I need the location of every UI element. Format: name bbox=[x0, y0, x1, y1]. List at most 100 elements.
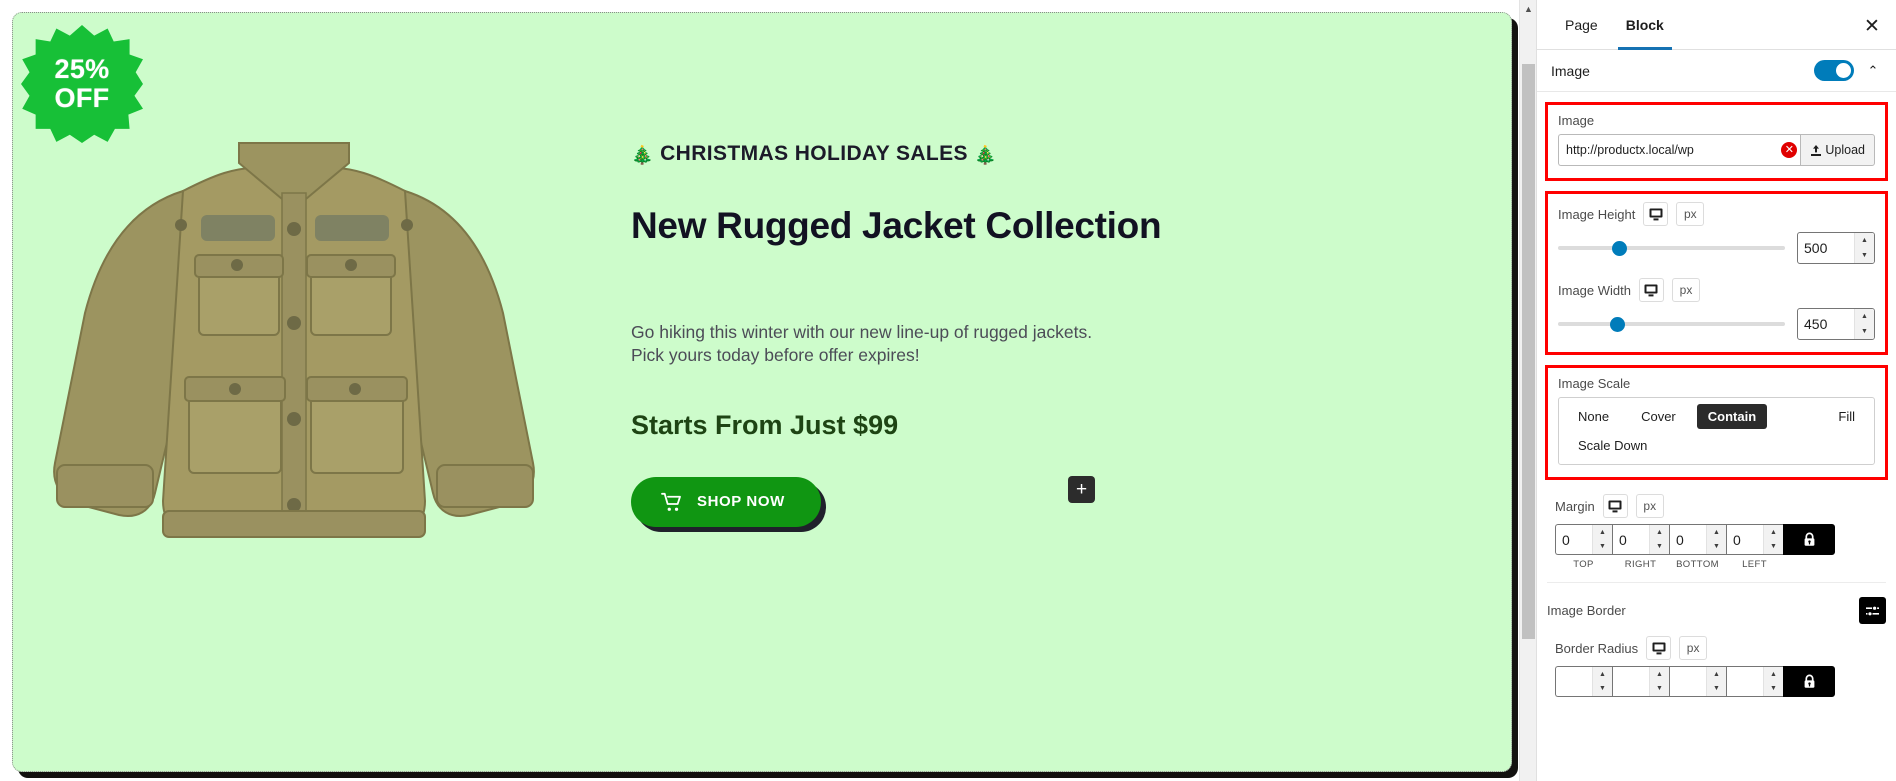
hero-banner: 25% OFF 🎄 CHRISTMAS HOLIDAY SALES 🎄 New … bbox=[13, 13, 1511, 771]
margin-label-bottom: BOTTOM bbox=[1676, 559, 1719, 570]
image-height-increment[interactable]: ▲ bbox=[1855, 233, 1874, 248]
radius-top-right-increment[interactable]: ▲ bbox=[1650, 667, 1669, 682]
margin-header: Margin px bbox=[1555, 494, 1878, 518]
margin-right-increment[interactable]: ▲ bbox=[1650, 525, 1669, 540]
add-block-button[interactable]: + bbox=[1068, 476, 1095, 503]
radius-top-right-stepper[interactable]: ▲ ▼ bbox=[1612, 666, 1669, 697]
radius-bottom-right-input[interactable] bbox=[1670, 667, 1706, 696]
radius-top-right-input[interactable] bbox=[1613, 667, 1649, 696]
image-scale-options: None Cover Contain Fill Scale Down bbox=[1558, 397, 1875, 465]
image-border-settings-button[interactable] bbox=[1859, 597, 1886, 624]
margin-bottom-decrement[interactable]: ▼ bbox=[1707, 540, 1726, 555]
image-width-increment[interactable]: ▲ bbox=[1855, 309, 1874, 324]
image-height-slider[interactable] bbox=[1558, 238, 1785, 258]
image-url-row: ✕ Upload bbox=[1558, 134, 1875, 166]
chevron-up-icon[interactable]: ⌃ bbox=[1862, 60, 1884, 82]
radius-top-left-input[interactable] bbox=[1556, 667, 1592, 696]
margin-top-input[interactable] bbox=[1556, 525, 1592, 554]
radius-bottom-left-increment[interactable]: ▲ bbox=[1764, 667, 1783, 682]
desktop-icon[interactable] bbox=[1646, 636, 1672, 660]
margin-left-decrement[interactable]: ▼ bbox=[1764, 540, 1783, 555]
discount-badge-off: OFF bbox=[54, 83, 110, 113]
margin-left-input[interactable] bbox=[1727, 525, 1763, 554]
margin-right-input[interactable] bbox=[1613, 525, 1649, 554]
margin-bottom-stepper[interactable]: ▲ ▼ bbox=[1669, 524, 1726, 555]
margin-right-stepper[interactable]: ▲ ▼ bbox=[1612, 524, 1669, 555]
radius-bottom-right-increment[interactable]: ▲ bbox=[1707, 667, 1726, 682]
image-height-input[interactable] bbox=[1798, 233, 1854, 263]
image-size-group: Image Height px 500 ▲ ▼ Image Width px 4… bbox=[1545, 191, 1888, 355]
canvas-scrollbar-thumb[interactable] bbox=[1522, 64, 1535, 639]
radius-bottom-left-decrement[interactable]: ▼ bbox=[1764, 682, 1783, 697]
image-width-input[interactable] bbox=[1798, 309, 1854, 339]
scale-option-none[interactable]: None bbox=[1567, 404, 1620, 429]
hero-eyebrow[interactable]: 🎄 CHRISTMAS HOLIDAY SALES 🎄 bbox=[631, 141, 1331, 167]
desktop-icon[interactable] bbox=[1602, 494, 1628, 518]
radius-top-right-decrement[interactable]: ▼ bbox=[1650, 682, 1669, 697]
shop-now-label: SHOP NOW bbox=[697, 493, 785, 511]
hero-headline[interactable]: New Rugged Jacket Collection bbox=[631, 205, 1331, 248]
image-panel-toggle[interactable] bbox=[1814, 60, 1854, 81]
margin-left-stepper[interactable]: ▲ ▼ bbox=[1726, 524, 1783, 555]
image-height-slider-track bbox=[1558, 246, 1785, 250]
margin-top-decrement[interactable]: ▼ bbox=[1593, 540, 1612, 555]
discount-badge: 25% OFF bbox=[21, 25, 143, 143]
image-height-decrement[interactable]: ▼ bbox=[1855, 248, 1874, 263]
image-scale-label: Image Scale bbox=[1558, 376, 1631, 391]
margin-bottom-input[interactable] bbox=[1670, 525, 1706, 554]
hero-price[interactable]: Starts From Just $99 bbox=[631, 410, 1331, 441]
margin-right-spinner: ▲ ▼ bbox=[1649, 525, 1669, 554]
shop-now-button[interactable]: SHOP NOW bbox=[631, 476, 821, 527]
border-radius-lock-button[interactable] bbox=[1783, 666, 1835, 697]
radius-top-left-stepper[interactable]: ▲ ▼ bbox=[1555, 666, 1612, 697]
margin-top-stepper[interactable]: ▲ ▼ bbox=[1555, 524, 1612, 555]
scale-option-scale-down[interactable]: Scale Down bbox=[1567, 433, 1658, 458]
radius-top-left-increment[interactable]: ▲ bbox=[1593, 667, 1612, 682]
hero-subcopy[interactable]: Go hiking this winter with our new line-… bbox=[631, 321, 1331, 368]
image-height-stepper[interactable]: ▲ ▼ bbox=[1797, 232, 1875, 264]
image-border-group: Image Border bbox=[1537, 583, 1896, 634]
radius-top-left-decrement[interactable]: ▼ bbox=[1593, 682, 1612, 697]
image-height-unit[interactable]: px bbox=[1676, 202, 1705, 226]
hero-block[interactable]: 25% OFF 🎄 CHRISTMAS HOLIDAY SALES 🎄 New … bbox=[12, 12, 1512, 772]
margin-top-increment[interactable]: ▲ bbox=[1593, 525, 1612, 540]
scale-option-fill[interactable]: Fill bbox=[1827, 404, 1866, 429]
radius-bottom-right-stepper[interactable]: ▲ ▼ bbox=[1669, 666, 1726, 697]
image-width-slider-track bbox=[1558, 322, 1785, 326]
radius-bottom-left-stepper[interactable]: ▲ ▼ bbox=[1726, 666, 1783, 697]
desktop-monitor-icon bbox=[1652, 642, 1666, 654]
image-url-input[interactable] bbox=[1558, 134, 1801, 166]
image-border-label: Image Border bbox=[1547, 603, 1626, 618]
desktop-icon[interactable] bbox=[1643, 202, 1669, 226]
margin-right-decrement[interactable]: ▼ bbox=[1650, 540, 1669, 555]
image-width-unit[interactable]: px bbox=[1671, 278, 1700, 302]
radius-bottom-right-decrement[interactable]: ▼ bbox=[1707, 682, 1726, 697]
image-width-slider[interactable] bbox=[1558, 314, 1785, 334]
image-width-stepper[interactable]: ▲ ▼ bbox=[1797, 308, 1875, 340]
image-width-slider-knob[interactable] bbox=[1610, 317, 1626, 332]
upload-image-button[interactable]: Upload bbox=[1800, 134, 1875, 166]
margin-left-increment[interactable]: ▲ bbox=[1764, 525, 1783, 540]
tab-page[interactable]: Page bbox=[1551, 0, 1612, 50]
image-height-slider-knob[interactable] bbox=[1612, 241, 1628, 256]
image-panel-title: Image bbox=[1551, 62, 1590, 79]
scale-option-contain[interactable]: Contain bbox=[1696, 404, 1768, 429]
radius-top-right-spinner: ▲ ▼ bbox=[1649, 667, 1669, 696]
border-radius-unit[interactable]: px bbox=[1679, 636, 1708, 660]
radius-bottom-left-input[interactable] bbox=[1727, 667, 1763, 696]
image-height-spinner: ▲ ▼ bbox=[1854, 233, 1874, 263]
scale-option-cover[interactable]: Cover bbox=[1630, 404, 1687, 429]
margin-bottom-increment[interactable]: ▲ bbox=[1707, 525, 1726, 540]
margin-lock-button[interactable] bbox=[1783, 524, 1835, 555]
scroll-up-arrow-icon[interactable]: ▲ bbox=[1520, 0, 1536, 17]
image-width-decrement[interactable]: ▼ bbox=[1855, 324, 1874, 339]
margin-left-spinner: ▲ ▼ bbox=[1763, 525, 1783, 554]
editor-window: 25% OFF 🎄 CHRISTMAS HOLIDAY SALES 🎄 New … bbox=[0, 0, 1896, 781]
canvas-scrollbar[interactable]: ▲ bbox=[1519, 0, 1536, 781]
margin-unit[interactable]: px bbox=[1635, 494, 1664, 518]
margin-side-labels: TOP RIGHT BOTTOM LEFT bbox=[1555, 559, 1878, 570]
tab-block[interactable]: Block bbox=[1612, 0, 1678, 50]
desktop-icon[interactable] bbox=[1638, 278, 1664, 302]
product-image[interactable] bbox=[33, 133, 553, 563]
close-sidebar-icon[interactable]: ✕ bbox=[1858, 12, 1886, 40]
